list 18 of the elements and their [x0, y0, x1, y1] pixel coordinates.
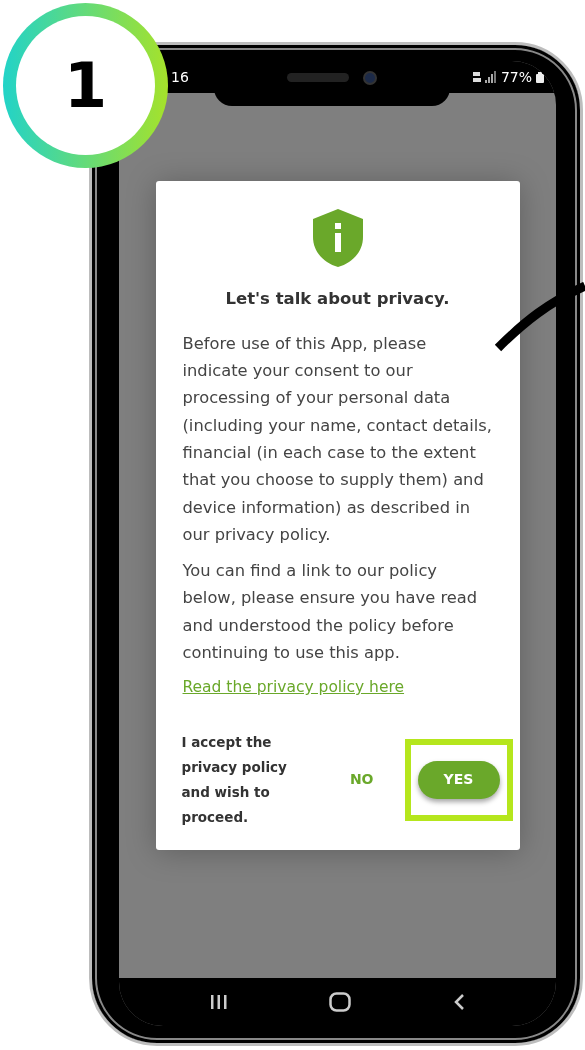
battery-icon — [536, 71, 544, 83]
status-time: 16 — [170, 67, 189, 87]
network-signal-icon — [472, 71, 497, 83]
speaker-grille — [287, 73, 349, 82]
consent-text: I accept the privacy policy and wish to proceed. — [181, 732, 288, 827]
dialog-paragraph: You can find a link to our policy below, please ensure you have read and understood the policy before continuing to use this app. — [182, 560, 479, 664]
shield-info-icon — [312, 209, 363, 267]
home-icon — [329, 992, 352, 1012]
back-icon — [453, 993, 466, 1011]
dialog-paragraph: Before use of this App, please indicate your consent to our processing of your personal data (including your name, contact details, financial (in each case to the extent that you choose to supply them) and device information) as described in our privacy policy. — [182, 332, 493, 546]
recents-icon — [209, 994, 228, 1010]
step-number: 1 — [63, 54, 108, 117]
privacy-policy-link[interactable]: Read the privacy policy here — [182, 676, 405, 700]
battery-percent: 77% — [500, 67, 532, 87]
dialog-title: Let's talk about privacy. — [224, 288, 451, 310]
camera-lens — [363, 70, 377, 85]
no-button[interactable]: NO — [345, 760, 378, 799]
yes-button[interactable]: YES — [417, 760, 500, 799]
